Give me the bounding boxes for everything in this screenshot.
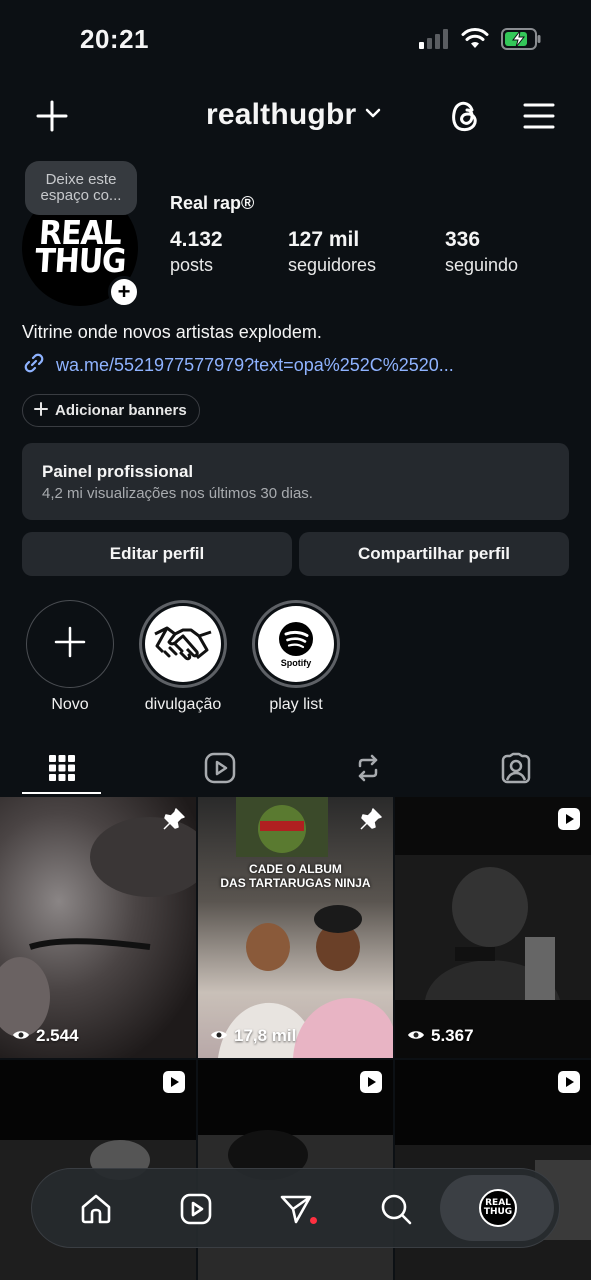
battery-charging-icon	[501, 28, 541, 55]
reel-icon	[557, 807, 581, 836]
stat-value: 4.132	[170, 228, 223, 251]
note-bubble[interactable]: Deixe este espaço co...	[25, 161, 137, 215]
plus-icon	[33, 401, 49, 421]
reposts-icon	[352, 752, 384, 789]
overlay-line: DAS TARTARUGAS NINJA	[220, 876, 371, 890]
stat-followers[interactable]: 127 mil seguidores	[288, 228, 376, 276]
plus-icon	[53, 625, 87, 664]
wifi-icon	[461, 28, 489, 55]
view-count: 5.367	[407, 1026, 474, 1046]
highlight-ring: Spotify	[252, 600, 340, 688]
handshake-icon	[145, 606, 221, 682]
highlight-ring	[26, 600, 114, 688]
eye-icon	[407, 1026, 425, 1046]
spotify-wordmark: Spotify	[280, 657, 312, 668]
add-story-icon[interactable]: +	[108, 276, 140, 308]
cellular-signal-icon	[419, 29, 449, 54]
highlight-divulgacao[interactable]: divulgação	[137, 600, 229, 714]
display-name: Real rap®	[170, 193, 255, 213]
edit-profile-button[interactable]: Editar perfil	[22, 532, 292, 576]
stat-posts[interactable]: 4.132 posts	[170, 228, 223, 276]
status-icons	[419, 28, 541, 55]
link-icon	[22, 351, 46, 380]
profile-header: realthugbr	[0, 88, 591, 144]
threads-icon[interactable]	[444, 96, 484, 136]
post-thumbnail	[395, 855, 591, 1000]
search-icon[interactable]	[376, 1189, 416, 1229]
stat-value: 336	[445, 228, 481, 251]
bio-link[interactable]: wa.me/5521977577979?text=opa%252C%2520..…	[22, 351, 454, 380]
bottom-navigation: REAL THUG	[31, 1168, 560, 1248]
eye-icon	[12, 1026, 30, 1046]
highlight-label: Novo	[51, 696, 89, 713]
spotify-icon: Spotify	[258, 606, 334, 682]
stat-value: 127 mil	[288, 228, 360, 251]
professional-dashboard[interactable]: Painel profissional 4,2 mi visualizações…	[22, 443, 569, 520]
view-count: 2.544	[12, 1026, 79, 1046]
eye-icon	[210, 1026, 228, 1046]
view-count: 17,8 mil	[210, 1026, 296, 1046]
hamburger-menu-icon[interactable]	[520, 98, 558, 134]
grid-post[interactable]: 5.367	[395, 797, 591, 1058]
post-thumbnail	[218, 797, 393, 1058]
view-count-value: 5.367	[431, 1026, 474, 1045]
avatar-logo-line-2: THUG	[33, 242, 127, 281]
direct-messages-icon[interactable]	[276, 1189, 316, 1229]
tab-tagged[interactable]	[466, 744, 566, 796]
reel-icon	[557, 1070, 581, 1099]
pro-panel-subtitle: 4,2 mi visualizações nos últimos 30 dias…	[42, 485, 313, 502]
bio-text: Vitrine onde novos artistas explodem.	[22, 322, 322, 342]
share-profile-button[interactable]: Compartilhar perfil	[299, 532, 569, 576]
post-overlay-text: CADE O ALBUM DAS TARTARUGAS NINJA	[198, 862, 393, 890]
stat-label: posts	[170, 255, 214, 275]
chevron-down-icon	[364, 106, 382, 124]
pin-icon	[162, 807, 186, 836]
active-tab-indicator	[22, 792, 101, 794]
view-count-value: 2.544	[36, 1026, 79, 1045]
bio-link-text: wa.me/5521977577979?text=opa%252C%2520..…	[56, 355, 454, 375]
tab-reels[interactable]	[170, 744, 270, 796]
stat-label: seguindo	[445, 255, 519, 275]
username: realthugbr	[206, 98, 357, 131]
plus-icon[interactable]	[32, 96, 72, 136]
pro-panel-title: Painel profissional	[42, 462, 194, 481]
add-banners-label: Adicionar banners	[55, 402, 187, 419]
stat-following[interactable]: 336 seguindo	[445, 228, 518, 276]
add-banners-button[interactable]: Adicionar banners	[22, 394, 200, 427]
overlay-line: CADE O ALBUM	[249, 862, 342, 876]
grid-post[interactable]: 2.544	[0, 797, 196, 1058]
notification-dot	[310, 1217, 317, 1224]
status-bar: 20:21	[0, 0, 591, 80]
stat-label: seguidores	[288, 255, 377, 275]
reels-icon[interactable]	[176, 1189, 216, 1229]
reel-icon	[162, 1070, 186, 1099]
reel-icon	[359, 1070, 383, 1099]
grid-post[interactable]: CADE O ALBUM DAS TARTARUGAS NINJA 17,8 m…	[198, 797, 393, 1058]
tab-posts-grid[interactable]	[22, 744, 101, 796]
nav-avatar-line-2: THUG	[483, 1207, 513, 1217]
reels-icon	[204, 752, 236, 789]
pin-icon	[359, 807, 383, 836]
tagged-icon	[500, 752, 532, 789]
highlight-label: divulgação	[144, 696, 222, 713]
profile-avatar-nav[interactable]: REAL THUG	[479, 1189, 517, 1227]
view-count-value: 17,8 mil	[234, 1026, 297, 1045]
highlight-new[interactable]: Novo	[24, 600, 116, 714]
profile-tabs	[0, 744, 591, 796]
username-switcher[interactable]: realthugbr	[206, 98, 382, 132]
grid-icon	[48, 754, 76, 787]
highlight-label: play list	[269, 696, 323, 713]
highlight-ring	[139, 600, 227, 688]
highlight-playlist[interactable]: Spotify play list	[250, 600, 342, 714]
status-time: 20:21	[80, 24, 149, 54]
home-icon[interactable]	[76, 1189, 116, 1229]
tab-reposts[interactable]	[318, 744, 418, 796]
post-thumbnail	[0, 817, 196, 1037]
